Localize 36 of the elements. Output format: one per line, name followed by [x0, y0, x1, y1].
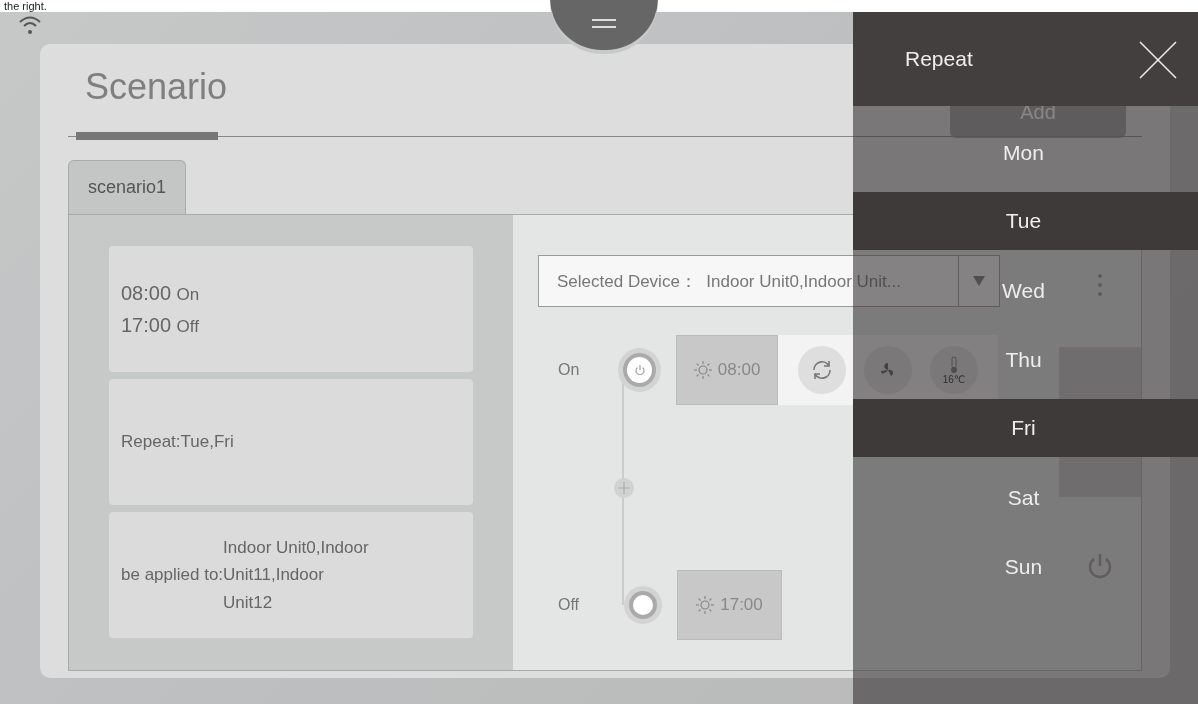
plus-icon	[618, 481, 630, 494]
dropdown-caret-icon	[973, 276, 985, 286]
schedule-line: 08:00 On	[121, 281, 200, 306]
wifi-icon	[18, 14, 42, 36]
add-event-button[interactable]	[614, 477, 634, 498]
event-label: On	[557, 361, 581, 379]
applied-label: be applied to:	[121, 565, 224, 585]
day-option[interactable]: Mon	[1003, 140, 1044, 165]
power-icon	[633, 364, 646, 376]
schedule-line: 17:00 Off	[121, 313, 200, 338]
day-option[interactable]: Wed	[1002, 278, 1045, 303]
time-box[interactable]: 08:00	[676, 335, 778, 405]
mode-button[interactable]	[798, 346, 846, 394]
day-option[interactable]: Sun	[1004, 554, 1043, 579]
scenario-tab[interactable]: scenario1	[68, 160, 187, 214]
day-option[interactable]: Sat	[1007, 485, 1040, 510]
more-icon[interactable]	[1097, 273, 1103, 297]
caption-text: the right.	[3, 0, 48, 12]
day-option[interactable]: Fri	[1011, 416, 1036, 440]
event-label: Off	[557, 596, 581, 614]
power-icon[interactable]	[1087, 552, 1113, 580]
close-icon[interactable]	[1138, 40, 1178, 80]
applied-devices: Indoor Unit0,Indoor Unit11,Indoor Unit12	[223, 537, 370, 614]
sun-icon	[693, 361, 712, 379]
page-title: Scenario	[85, 66, 228, 108]
repeat-summary: Repeat:Tue,Fri	[121, 432, 234, 452]
day-option[interactable]: Thu	[1005, 347, 1042, 372]
day-option[interactable]: Tue	[1005, 209, 1042, 233]
temperature-button[interactable]: 16℃	[930, 346, 978, 394]
menu-icon	[592, 19, 616, 29]
panel-title: Repeat	[905, 47, 973, 71]
sun-icon	[696, 596, 715, 614]
refresh-icon	[810, 358, 834, 382]
time-box[interactable]: 17:00	[677, 570, 782, 640]
fan-button[interactable]	[864, 346, 912, 394]
thermometer-icon	[949, 355, 959, 374]
